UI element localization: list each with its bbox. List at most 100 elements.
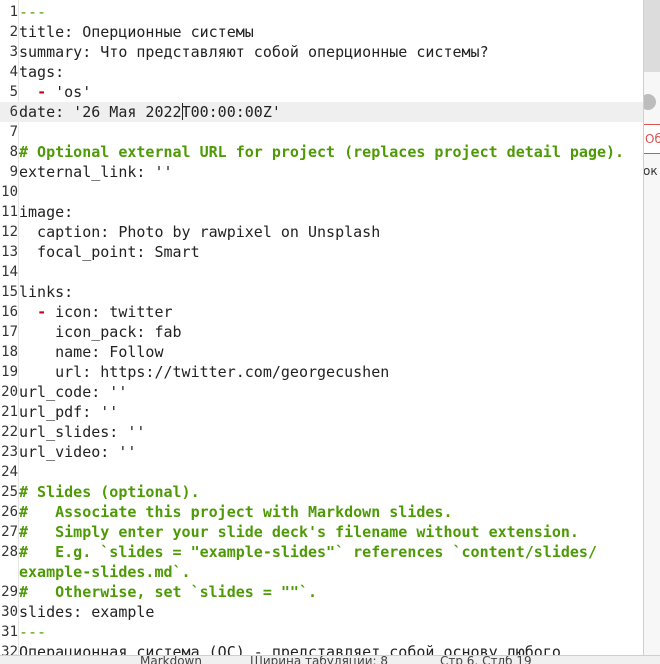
- line-text: example-slides.md`.: [19, 562, 191, 582]
- editor-line[interactable]: 15 links:: [0, 282, 643, 302]
- comment-text: # Optional external URL for project (rep…: [19, 143, 625, 161]
- code-token: caption: Photo by rawpixel on Unsplash: [19, 223, 381, 241]
- code-token: summary: Что представляют собой оперцион…: [19, 43, 489, 61]
- line-number: 8: [9, 144, 18, 160]
- editor-line[interactable]: 21 url_pdf: '': [0, 402, 643, 422]
- editor-line[interactable]: 28 # E.g. `slides = "example-slides"` ref…: [0, 542, 643, 562]
- line-text: - icon: twitter: [19, 302, 172, 322]
- editor-line[interactable]: 24: [0, 462, 643, 482]
- code-token: tags:: [19, 63, 65, 81]
- line-number: 31: [1, 624, 18, 640]
- line-text: # Simply enter your slide deck's filenam…: [19, 522, 579, 542]
- text-editor[interactable]: 1 --- 2 title: Оперционные системы 3 summary:…: [0, 0, 644, 655]
- line-text: image:: [19, 202, 73, 222]
- editor-line[interactable]: 13 focal_point: Smart: [0, 242, 643, 262]
- line-number: 30: [1, 604, 18, 620]
- editor-line[interactable]: 11 image:: [0, 202, 643, 222]
- line-text: # Otherwise, set `slides = ""`.: [19, 582, 317, 602]
- list-marker: -: [37, 83, 47, 101]
- editor-line[interactable]: 7: [0, 122, 643, 142]
- editor-line[interactable]: 19 url: https://twitter.com/georgecushen: [0, 362, 643, 382]
- editor-line[interactable]: 5 - 'os': [0, 82, 643, 102]
- background-window-content: [643, 72, 660, 663]
- editor-line[interactable]: 9 external_link: '': [0, 162, 643, 182]
- editor-line[interactable]: 30 slides: example: [0, 602, 643, 622]
- editor-line[interactable]: 6 date: '26 Мая 2022T00:00:00Z': [0, 102, 643, 122]
- line-text: focal_point: Smart: [19, 242, 200, 262]
- line-number: 18: [1, 344, 18, 360]
- list-marker: -: [37, 303, 47, 321]
- line-number: 17: [1, 324, 18, 340]
- line-number: 10: [1, 184, 18, 200]
- line-number: 15: [1, 284, 18, 300]
- editor-line[interactable]: 17 icon_pack: fab: [0, 322, 643, 342]
- editor-line[interactable]: 29 # Otherwise, set `slides = ""`.: [0, 582, 643, 602]
- line-text: # Slides (optional).: [19, 482, 200, 502]
- line-text: slides: example: [19, 602, 154, 622]
- line-text: url_pdf: '': [19, 402, 118, 422]
- line-text: tags:: [19, 62, 64, 82]
- line-number: 19: [1, 364, 18, 380]
- code-token: focal_point: Smart: [19, 243, 200, 261]
- line-text: ---: [19, 622, 46, 642]
- editor-line[interactable]: 31 ---: [0, 622, 643, 642]
- line-number: 13: [1, 244, 18, 260]
- code-token: image:: [19, 203, 74, 221]
- editor-line[interactable]: 12 caption: Photo by rawpixel on Unsplas…: [0, 222, 643, 242]
- editor-line[interactable]: 3 summary: Что представляют собой оперцио…: [0, 42, 643, 62]
- code-token: T00:00:00Z': [181, 103, 281, 121]
- editor-line[interactable]: 10: [0, 182, 643, 202]
- line-number: 32: [1, 644, 18, 655]
- code-token: Операционная система (ОС) - представляет…: [19, 643, 561, 655]
- line-number: 23: [1, 444, 18, 460]
- editor-line[interactable]: 16 - icon: twitter: [0, 302, 643, 322]
- comment-text: # E.g. `slides = "example-slides"` refer…: [19, 543, 597, 561]
- line-number: 28: [1, 544, 18, 560]
- editor-line[interactable]: 4 tags:: [0, 62, 643, 82]
- comment-text: example-slides.md`.: [19, 563, 191, 581]
- editor-line[interactable]: 1 ---: [0, 2, 643, 22]
- line-number: 6: [9, 104, 18, 120]
- editor-line[interactable]: 2 title: Оперционные системы: [0, 22, 643, 42]
- editor-line[interactable]: 22 url_slides: '': [0, 422, 643, 442]
- line-number: 29: [1, 584, 18, 600]
- line-number: 20: [1, 384, 18, 400]
- editor-line[interactable]: example-slides.md`.: [0, 562, 643, 582]
- line-number: 3: [9, 44, 18, 60]
- comment-text: # Otherwise, set `slides = ""`.: [19, 583, 318, 601]
- line-number: 27: [1, 524, 18, 540]
- editor-line[interactable]: 32 Операционная система (ОС) - представля…: [0, 642, 643, 655]
- editor-line[interactable]: 27 # Simply enter your slide deck's filen…: [0, 522, 643, 542]
- editor-line[interactable]: 23 url_video: '': [0, 442, 643, 462]
- line-text: url_video: '': [19, 442, 136, 462]
- code-token: external_link: '': [19, 163, 173, 181]
- code-token: title: Оперционные системы: [19, 23, 254, 41]
- comment-text: # Simply enter your slide deck's filenam…: [19, 523, 579, 541]
- line-number: 22: [1, 424, 18, 440]
- line-number: 24: [1, 464, 18, 480]
- code-token: name: Follow: [19, 343, 164, 361]
- editor-line[interactable]: 18 name: Follow: [0, 342, 643, 362]
- editor-line[interactable]: 20 url_code: '': [0, 382, 643, 402]
- code-token: url_code: '': [19, 383, 128, 401]
- line-number: 26: [1, 504, 18, 520]
- code-token: slides: example: [19, 603, 155, 621]
- editor-line[interactable]: 8 # Optional external URL for project (re…: [0, 142, 643, 162]
- line-text: url: https://twitter.com/georgecushen: [19, 362, 389, 382]
- code-token: ---: [19, 3, 47, 21]
- code-token: url_pdf: '': [19, 403, 119, 421]
- line-text: # Optional external URL for project (rep…: [19, 142, 624, 162]
- line-text: ---: [19, 2, 46, 22]
- line-text: url_slides: '': [19, 422, 145, 442]
- code-token: icon_pack: fab: [19, 323, 182, 341]
- editor-line[interactable]: 26 # Associate this project with Markdown…: [0, 502, 643, 522]
- line-text: url_code: '': [19, 382, 127, 402]
- comment-text: # Slides (optional).: [19, 483, 200, 501]
- line-text: external_link: '': [19, 162, 173, 182]
- background-text: ок: [643, 164, 658, 178]
- line-text: date: '26 Мая 2022T00:00:00Z': [19, 102, 281, 122]
- editor-line[interactable]: 25 # Slides (optional).: [0, 482, 643, 502]
- editor-line[interactable]: 14: [0, 262, 643, 282]
